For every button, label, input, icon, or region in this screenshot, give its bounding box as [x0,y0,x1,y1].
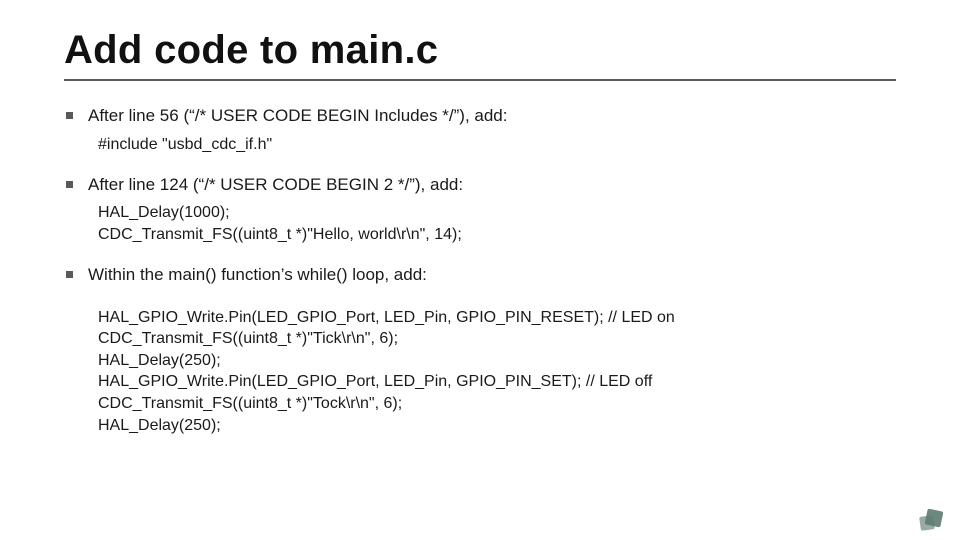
bullet-text: After line 124 (“/* USER CODE BEGIN 2 */… [88,175,463,194]
bullet-text: Within the main() function’s while() loo… [88,265,427,284]
bullet-item: After line 124 (“/* USER CODE BEGIN 2 */… [64,174,896,197]
slide: Add code to main.c After line 56 (“/* US… [0,0,960,540]
code-block-includes: #include "usbd_cdc_if.h" [98,134,896,156]
title-divider [64,79,896,81]
bullet-item: Within the main() function’s while() loo… [64,264,896,287]
bullet-list: After line 56 (“/* USER CODE BEGIN Inclu… [64,105,896,128]
bullet-list: Within the main() function’s while() loo… [64,264,896,287]
slide-title: Add code to main.c [64,28,896,73]
bullet-text: After line 56 (“/* USER CODE BEGIN Inclu… [88,106,507,125]
bullet-list: After line 124 (“/* USER CODE BEGIN 2 */… [64,174,896,197]
code-block-begin2: HAL_Delay(1000); CDC_Transmit_FS((uint8_… [98,202,896,245]
decorative-corner-icon [916,506,950,532]
bullet-item: After line 56 (“/* USER CODE BEGIN Inclu… [64,105,896,128]
code-block-while-loop: HAL_GPIO_Write.Pin(LED_GPIO_Port, LED_Pi… [98,307,896,437]
